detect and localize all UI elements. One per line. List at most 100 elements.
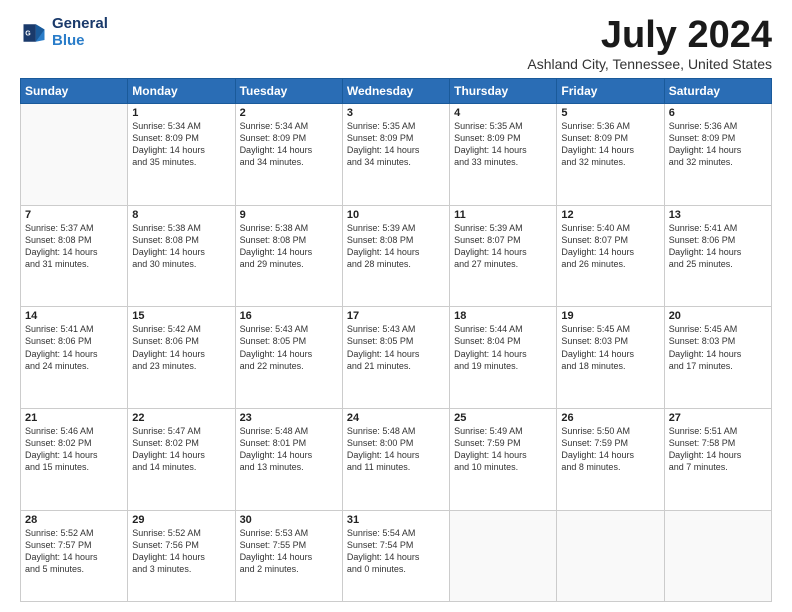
col-tuesday: Tuesday xyxy=(235,79,342,104)
day-info: Sunrise: 5:54 AM Sunset: 7:54 PM Dayligh… xyxy=(347,527,445,576)
table-row: 8Sunrise: 5:38 AM Sunset: 8:08 PM Daylig… xyxy=(128,205,235,307)
day-info: Sunrise: 5:53 AM Sunset: 7:55 PM Dayligh… xyxy=(240,527,338,576)
title-block: July 2024 Ashland City, Tennessee, Unite… xyxy=(527,16,772,72)
day-info: Sunrise: 5:34 AM Sunset: 8:09 PM Dayligh… xyxy=(132,120,230,169)
day-number: 9 xyxy=(240,209,338,221)
table-row xyxy=(21,104,128,206)
table-row: 11Sunrise: 5:39 AM Sunset: 8:07 PM Dayli… xyxy=(450,205,557,307)
day-info: Sunrise: 5:48 AM Sunset: 8:01 PM Dayligh… xyxy=(240,425,338,474)
table-row: 6Sunrise: 5:36 AM Sunset: 8:09 PM Daylig… xyxy=(664,104,771,206)
table-row: 19Sunrise: 5:45 AM Sunset: 8:03 PM Dayli… xyxy=(557,307,664,409)
table-row xyxy=(450,510,557,602)
table-row: 26Sunrise: 5:50 AM Sunset: 7:59 PM Dayli… xyxy=(557,408,664,510)
table-row: 25Sunrise: 5:49 AM Sunset: 7:59 PM Dayli… xyxy=(450,408,557,510)
day-number: 24 xyxy=(347,412,445,424)
table-row: 18Sunrise: 5:44 AM Sunset: 8:04 PM Dayli… xyxy=(450,307,557,409)
day-info: Sunrise: 5:35 AM Sunset: 8:09 PM Dayligh… xyxy=(454,120,552,169)
calendar-header-row: Sunday Monday Tuesday Wednesday Thursday… xyxy=(21,79,772,104)
logo-icon: G xyxy=(20,19,48,47)
day-number: 2 xyxy=(240,107,338,119)
table-row: 7Sunrise: 5:37 AM Sunset: 8:08 PM Daylig… xyxy=(21,205,128,307)
day-info: Sunrise: 5:34 AM Sunset: 8:09 PM Dayligh… xyxy=(240,120,338,169)
calendar-page: G General Blue July 2024 Ashland City, T… xyxy=(0,0,792,612)
day-number: 15 xyxy=(132,310,230,322)
day-info: Sunrise: 5:47 AM Sunset: 8:02 PM Dayligh… xyxy=(132,425,230,474)
day-number: 28 xyxy=(25,514,123,526)
table-row xyxy=(557,510,664,602)
day-number: 13 xyxy=(669,209,767,221)
day-number: 1 xyxy=(132,107,230,119)
day-info: Sunrise: 5:50 AM Sunset: 7:59 PM Dayligh… xyxy=(561,425,659,474)
day-info: Sunrise: 5:48 AM Sunset: 8:00 PM Dayligh… xyxy=(347,425,445,474)
day-info: Sunrise: 5:35 AM Sunset: 8:09 PM Dayligh… xyxy=(347,120,445,169)
table-row: 29Sunrise: 5:52 AM Sunset: 7:56 PM Dayli… xyxy=(128,510,235,602)
table-row: 16Sunrise: 5:43 AM Sunset: 8:05 PM Dayli… xyxy=(235,307,342,409)
day-number: 31 xyxy=(347,514,445,526)
table-row: 31Sunrise: 5:54 AM Sunset: 7:54 PM Dayli… xyxy=(342,510,449,602)
day-number: 10 xyxy=(347,209,445,221)
logo-line2: Blue xyxy=(52,32,85,49)
month-title: July 2024 xyxy=(527,16,772,54)
day-number: 8 xyxy=(132,209,230,221)
table-row: 22Sunrise: 5:47 AM Sunset: 8:02 PM Dayli… xyxy=(128,408,235,510)
day-info: Sunrise: 5:41 AM Sunset: 8:06 PM Dayligh… xyxy=(25,323,123,372)
day-info: Sunrise: 5:42 AM Sunset: 8:06 PM Dayligh… xyxy=(132,323,230,372)
col-wednesday: Wednesday xyxy=(342,79,449,104)
day-info: Sunrise: 5:43 AM Sunset: 8:05 PM Dayligh… xyxy=(240,323,338,372)
day-number: 29 xyxy=(132,514,230,526)
day-info: Sunrise: 5:49 AM Sunset: 7:59 PM Dayligh… xyxy=(454,425,552,474)
table-row: 27Sunrise: 5:51 AM Sunset: 7:58 PM Dayli… xyxy=(664,408,771,510)
day-info: Sunrise: 5:40 AM Sunset: 8:07 PM Dayligh… xyxy=(561,222,659,271)
day-info: Sunrise: 5:39 AM Sunset: 8:07 PM Dayligh… xyxy=(454,222,552,271)
table-row: 10Sunrise: 5:39 AM Sunset: 8:08 PM Dayli… xyxy=(342,205,449,307)
logo-text: General Blue xyxy=(52,16,108,49)
table-row: 15Sunrise: 5:42 AM Sunset: 8:06 PM Dayli… xyxy=(128,307,235,409)
col-monday: Monday xyxy=(128,79,235,104)
day-number: 4 xyxy=(454,107,552,119)
day-info: Sunrise: 5:36 AM Sunset: 8:09 PM Dayligh… xyxy=(561,120,659,169)
day-number: 5 xyxy=(561,107,659,119)
day-number: 30 xyxy=(240,514,338,526)
day-info: Sunrise: 5:44 AM Sunset: 8:04 PM Dayligh… xyxy=(454,323,552,372)
day-info: Sunrise: 5:45 AM Sunset: 8:03 PM Dayligh… xyxy=(669,323,767,372)
location-subtitle: Ashland City, Tennessee, United States xyxy=(527,56,772,72)
day-info: Sunrise: 5:39 AM Sunset: 8:08 PM Dayligh… xyxy=(347,222,445,271)
day-number: 17 xyxy=(347,310,445,322)
day-number: 22 xyxy=(132,412,230,424)
day-info: Sunrise: 5:45 AM Sunset: 8:03 PM Dayligh… xyxy=(561,323,659,372)
day-info: Sunrise: 5:38 AM Sunset: 8:08 PM Dayligh… xyxy=(132,222,230,271)
day-info: Sunrise: 5:38 AM Sunset: 8:08 PM Dayligh… xyxy=(240,222,338,271)
header: G General Blue July 2024 Ashland City, T… xyxy=(20,16,772,72)
day-number: 25 xyxy=(454,412,552,424)
day-number: 21 xyxy=(25,412,123,424)
day-number: 12 xyxy=(561,209,659,221)
table-row: 23Sunrise: 5:48 AM Sunset: 8:01 PM Dayli… xyxy=(235,408,342,510)
table-row: 21Sunrise: 5:46 AM Sunset: 8:02 PM Dayli… xyxy=(21,408,128,510)
day-number: 3 xyxy=(347,107,445,119)
day-number: 27 xyxy=(669,412,767,424)
day-info: Sunrise: 5:41 AM Sunset: 8:06 PM Dayligh… xyxy=(669,222,767,271)
table-row: 13Sunrise: 5:41 AM Sunset: 8:06 PM Dayli… xyxy=(664,205,771,307)
table-row: 24Sunrise: 5:48 AM Sunset: 8:00 PM Dayli… xyxy=(342,408,449,510)
table-row: 30Sunrise: 5:53 AM Sunset: 7:55 PM Dayli… xyxy=(235,510,342,602)
day-number: 6 xyxy=(669,107,767,119)
table-row: 4Sunrise: 5:35 AM Sunset: 8:09 PM Daylig… xyxy=(450,104,557,206)
col-friday: Friday xyxy=(557,79,664,104)
day-number: 18 xyxy=(454,310,552,322)
table-row: 5Sunrise: 5:36 AM Sunset: 8:09 PM Daylig… xyxy=(557,104,664,206)
table-row: 28Sunrise: 5:52 AM Sunset: 7:57 PM Dayli… xyxy=(21,510,128,602)
table-row: 3Sunrise: 5:35 AM Sunset: 8:09 PM Daylig… xyxy=(342,104,449,206)
day-info: Sunrise: 5:52 AM Sunset: 7:56 PM Dayligh… xyxy=(132,527,230,576)
calendar-table: Sunday Monday Tuesday Wednesday Thursday… xyxy=(20,78,772,602)
table-row: 14Sunrise: 5:41 AM Sunset: 8:06 PM Dayli… xyxy=(21,307,128,409)
day-number: 26 xyxy=(561,412,659,424)
col-thursday: Thursday xyxy=(450,79,557,104)
table-row: 20Sunrise: 5:45 AM Sunset: 8:03 PM Dayli… xyxy=(664,307,771,409)
table-row: 2Sunrise: 5:34 AM Sunset: 8:09 PM Daylig… xyxy=(235,104,342,206)
day-number: 14 xyxy=(25,310,123,322)
day-number: 7 xyxy=(25,209,123,221)
day-info: Sunrise: 5:46 AM Sunset: 8:02 PM Dayligh… xyxy=(25,425,123,474)
table-row: 12Sunrise: 5:40 AM Sunset: 8:07 PM Dayli… xyxy=(557,205,664,307)
day-info: Sunrise: 5:51 AM Sunset: 7:58 PM Dayligh… xyxy=(669,425,767,474)
col-saturday: Saturday xyxy=(664,79,771,104)
